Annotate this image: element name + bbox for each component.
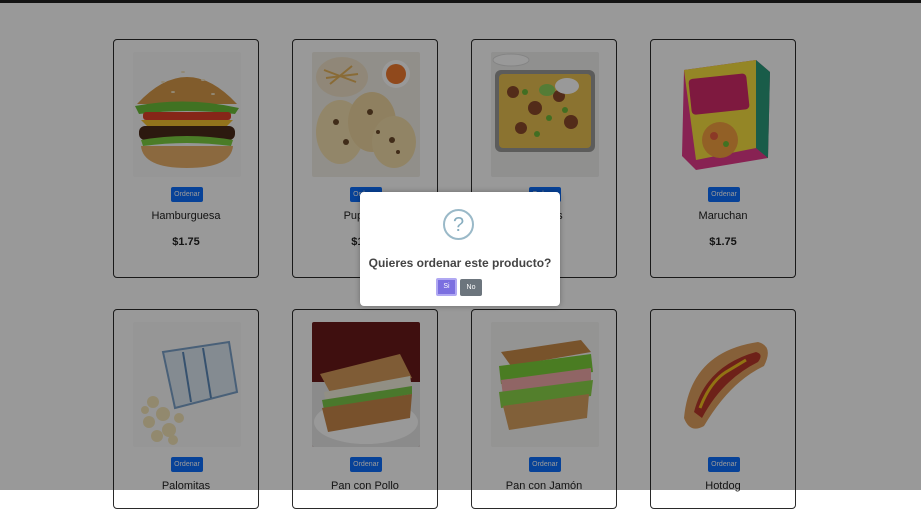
- question-icon: ?: [443, 209, 474, 240]
- yes-button[interactable]: Si: [436, 278, 457, 296]
- confirm-dialog: ? Quieres ordenar este producto? Si No: [360, 192, 560, 306]
- no-button[interactable]: No: [460, 279, 482, 296]
- dialog-title: Quieres ordenar este producto?: [368, 256, 552, 270]
